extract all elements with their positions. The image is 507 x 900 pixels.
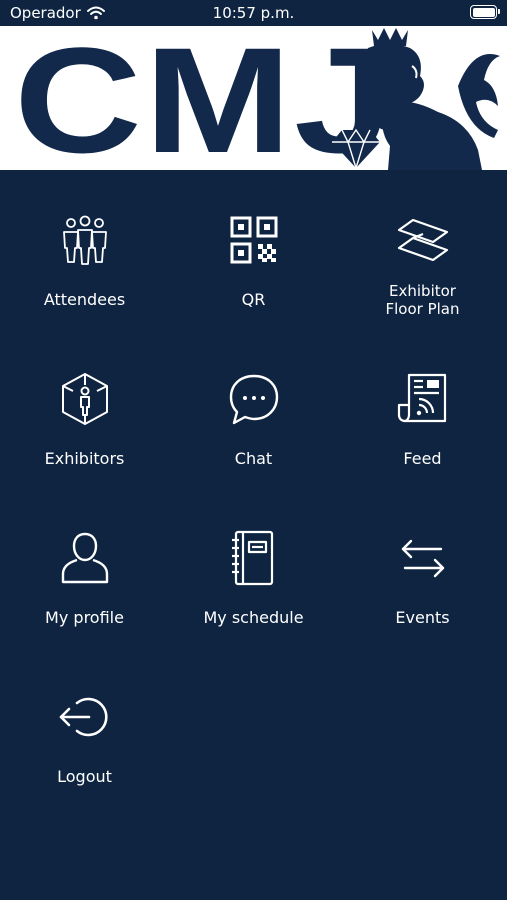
floor-plan-icon [395, 212, 451, 268]
menu-label-line: Exhibitor [389, 282, 456, 300]
feed-icon [395, 371, 451, 427]
brand-header: CMJ [0, 26, 507, 170]
menu-label: My profile [45, 608, 124, 627]
battery-icon [470, 5, 500, 19]
menu-label: Attendees [43, 290, 126, 309]
attendees-icon [57, 212, 113, 268]
status-bar: Operador 10:57 p.m. [0, 0, 507, 26]
menu-label: QR [241, 290, 266, 309]
menu-label: Events [395, 608, 450, 627]
events-icon [395, 530, 451, 586]
menu-item-qr[interactable]: QR [169, 170, 338, 330]
menu-item-my-profile[interactable]: My profile [0, 488, 169, 648]
status-time: 10:57 p.m. [212, 4, 295, 22]
chat-icon [226, 371, 282, 427]
menu-label: Feed [403, 449, 442, 468]
menu-label: Logout [57, 767, 112, 786]
menu-label: Exhibitor Floor Plan [338, 282, 507, 318]
menu-item-attendees[interactable]: Attendees [0, 170, 169, 330]
profile-icon [57, 530, 113, 586]
logout-icon [57, 689, 113, 745]
menu-label: My schedule [203, 608, 304, 627]
menu-item-exhibitors[interactable]: Exhibitors [0, 329, 169, 489]
menu-item-floor-plan[interactable]: Exhibitor Floor Plan [338, 170, 507, 330]
menu-item-logout[interactable]: Logout [0, 647, 169, 807]
menu-item-my-schedule[interactable]: My schedule [169, 488, 338, 648]
schedule-icon [226, 530, 282, 586]
menu-label: Exhibitors [44, 449, 125, 468]
exhibitors-icon [57, 371, 113, 427]
lion-crest-icon [332, 28, 500, 170]
qr-code-icon [226, 212, 282, 268]
menu-item-events[interactable]: Events [338, 488, 507, 648]
menu-label: Chat [234, 449, 273, 468]
menu-label-line: Floor Plan [385, 300, 460, 318]
menu-item-feed[interactable]: Feed [338, 329, 507, 489]
menu-item-chat[interactable]: Chat [169, 329, 338, 489]
